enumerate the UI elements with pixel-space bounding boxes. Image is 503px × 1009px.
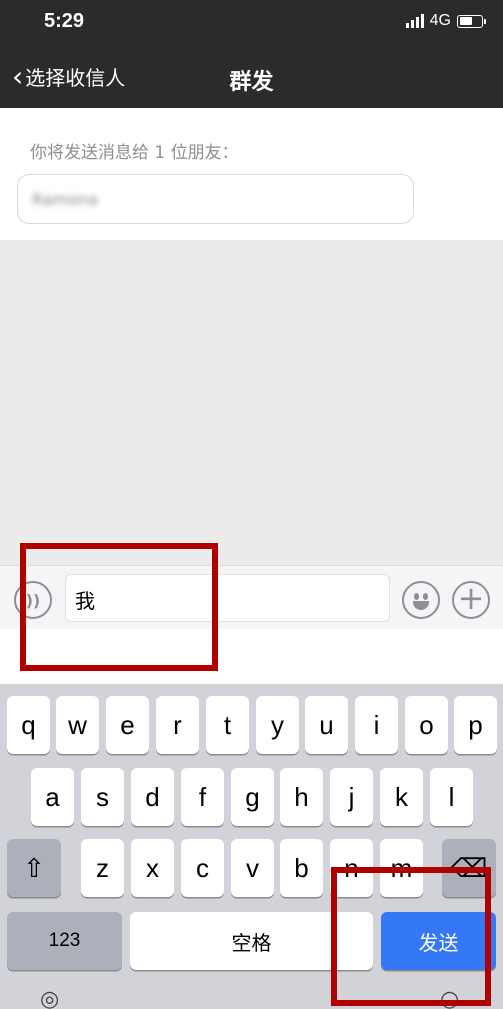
message-input-bar: )) 我 + (0, 565, 503, 629)
emoji-button[interactable] (402, 581, 440, 619)
key-z[interactable]: z (81, 839, 124, 897)
send-button[interactable]: 发送 (381, 912, 496, 970)
page-title: 群发 (229, 70, 274, 95)
key-e[interactable]: e (106, 696, 149, 754)
delete-key[interactable]: ⌫ (442, 839, 496, 897)
key-x[interactable]: x (131, 839, 174, 897)
key-r[interactable]: r (156, 696, 199, 754)
signal-icon (405, 14, 424, 28)
space-key[interactable]: 空格 (130, 912, 373, 970)
key-u[interactable]: u (305, 696, 348, 754)
navigation-bar: ‹ 选择收信人 群发 (0, 46, 503, 108)
key-q[interactable]: q (7, 696, 50, 754)
status-bar: 5:29 4G (0, 0, 503, 46)
key-y[interactable]: y (256, 696, 299, 754)
keyboard-spacer (0, 629, 503, 684)
key-j[interactable]: j (330, 768, 373, 826)
emoji-icon-eye (423, 593, 428, 600)
network-label: 4G (429, 12, 451, 29)
key-t[interactable]: t (206, 696, 249, 754)
key-o[interactable]: o (405, 696, 448, 754)
recipient-hint: 你将发送消息给 1 位朋友： (30, 143, 239, 163)
key-h[interactable]: h (280, 768, 323, 826)
voice-icon: )) (25, 590, 41, 610)
shift-icon: ⇧ (23, 852, 45, 883)
plus-icon: + (457, 579, 485, 617)
key-a[interactable]: a (31, 768, 74, 826)
key-c[interactable]: c (181, 839, 224, 897)
key-i[interactable]: i (355, 696, 398, 754)
battery-icon (457, 14, 486, 28)
key-p[interactable]: p (454, 696, 497, 754)
add-button[interactable]: + (452, 581, 490, 619)
voice-button[interactable]: )) (14, 581, 52, 619)
keyboard: q w e r t y u i o p a s d f g h j k l ⇧ … (0, 684, 503, 1009)
status-time: 5:29 (44, 10, 85, 32)
status-indicators: 4G (405, 12, 486, 30)
key-s[interactable]: s (81, 768, 124, 826)
globe-icon[interactable]: ◎ (40, 987, 59, 1009)
shift-key[interactable]: ⇧ (7, 839, 61, 897)
key-w[interactable]: w (56, 696, 99, 754)
key-m[interactable]: m (380, 839, 423, 897)
microphone-icon[interactable]: ○ (440, 987, 459, 1009)
key-v[interactable]: v (231, 839, 274, 897)
key-d[interactable]: d (131, 768, 174, 826)
emoji-icon (414, 593, 419, 600)
recipient-name-blurred: Ramona (32, 190, 98, 209)
recipient-area: 你将发送消息给 1 位朋友： Ramona (0, 108, 503, 240)
key-f[interactable]: f (181, 768, 224, 826)
recipient-box[interactable]: Ramona (17, 174, 414, 224)
chat-area (0, 240, 503, 565)
emoji-icon-mouth (413, 601, 429, 610)
key-b[interactable]: b (280, 839, 323, 897)
message-input[interactable]: 我 (65, 574, 390, 622)
backspace-icon: ⌫ (450, 852, 488, 883)
key-n[interactable]: n (330, 839, 373, 897)
key-g[interactable]: g (231, 768, 274, 826)
numbers-key[interactable]: 123 (7, 912, 122, 970)
key-l[interactable]: l (430, 768, 473, 826)
key-k[interactable]: k (380, 768, 423, 826)
